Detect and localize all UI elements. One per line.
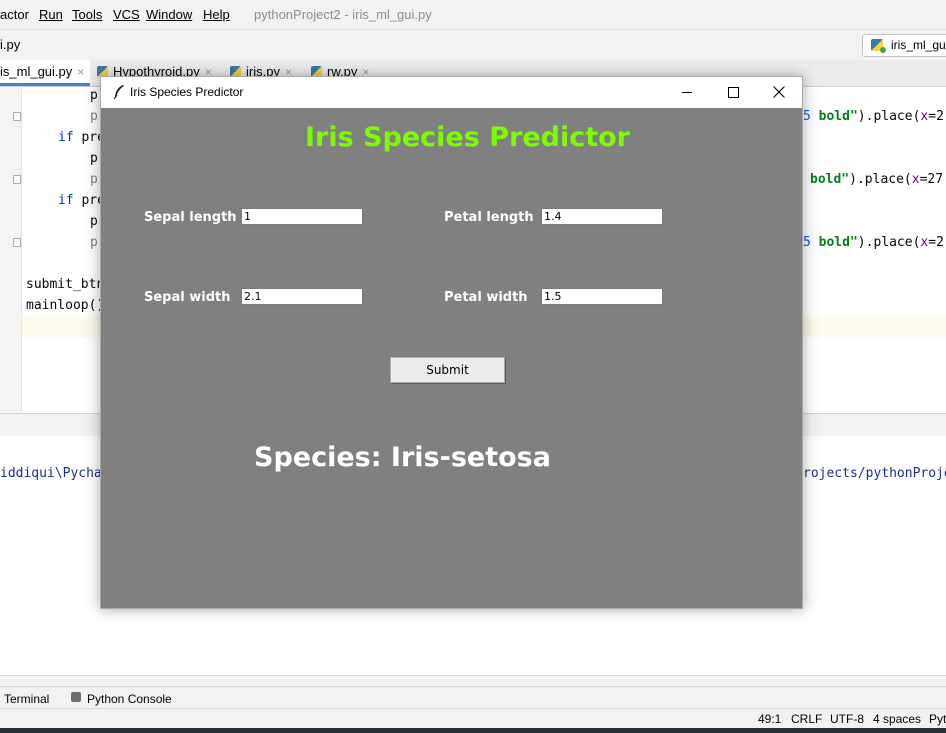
sepal-length-input[interactable] xyxy=(241,208,363,225)
horizontal-scrollbar[interactable] xyxy=(0,675,946,686)
caret-position[interactable]: 49:1 xyxy=(758,712,781,726)
status-bar: 49:1 CRLF UTF-8 4 spaces Pyt xyxy=(0,708,946,729)
sepal-length-label: Sepal length xyxy=(144,210,237,225)
close-button[interactable] xyxy=(756,77,802,107)
petal-width-input[interactable] xyxy=(541,288,663,305)
code-line: submit_btn xyxy=(26,277,105,292)
python-console-icon xyxy=(71,692,81,702)
run-output-path: iddiqui\Pycha xyxy=(0,466,102,481)
code-line: if pre xyxy=(58,193,105,208)
sepal-width-input[interactable] xyxy=(241,288,363,305)
menu-vcs[interactable]: VCS xyxy=(113,7,140,22)
file-encoding[interactable]: UTF-8 xyxy=(830,712,864,726)
menu-refactor[interactable]: actor xyxy=(0,7,29,22)
close-icon xyxy=(773,86,785,98)
petal-width-label: Petal width xyxy=(444,290,528,305)
fold-marker-icon[interactable] xyxy=(13,112,21,121)
code-line: mainloop() xyxy=(26,298,105,313)
maximize-button[interactable] xyxy=(710,77,756,107)
sepal-width-label: Sepal width xyxy=(144,290,231,305)
code-line-fragment: bold").place(x=27 xyxy=(810,172,944,187)
code-line: if pre xyxy=(58,130,105,145)
menu-help[interactable]: Help xyxy=(203,7,230,22)
submit-button[interactable]: Submit xyxy=(390,357,505,383)
ide-menu-bar: actor Run Tools VCS Window Help pythonPr… xyxy=(0,0,946,29)
page-title: Iris Species Predictor xyxy=(305,122,630,153)
line-separator[interactable]: CRLF xyxy=(791,712,822,726)
ide-window-title: pythonProject2 - iris_ml_gui.py xyxy=(254,7,432,22)
menu-tools[interactable]: Tools xyxy=(72,7,102,22)
os-taskbar xyxy=(0,728,946,733)
fold-marker-icon[interactable] xyxy=(13,175,21,184)
close-icon[interactable]: × xyxy=(77,65,84,79)
tab-iris-ml-gui[interactable]: is_ml_gui.py × xyxy=(0,60,90,86)
minimize-button[interactable] xyxy=(664,77,710,107)
window-title: Iris Species Predictor xyxy=(130,85,244,99)
terminal-tab[interactable]: Terminal xyxy=(4,692,49,706)
bottom-tool-window-bar: Terminal Python Console xyxy=(0,686,946,709)
run-output-path: rojects/pythonProje xyxy=(803,466,946,481)
tk-feather-icon xyxy=(113,85,124,100)
tk-app-window: Iris Species Predictor Iris Species Pred… xyxy=(100,76,803,609)
petal-length-label: Petal length xyxy=(444,210,534,225)
code-line-fragment: 5 bold").place(x=2 xyxy=(803,235,944,250)
interpreter-setting[interactable]: Pyt xyxy=(929,712,946,726)
indent-setting[interactable]: 4 spaces xyxy=(873,712,921,726)
run-configuration-label: iris_ml_gui xyxy=(891,38,946,52)
run-status-dot-icon xyxy=(880,47,886,53)
window-title-bar[interactable]: Iris Species Predictor xyxy=(101,77,802,108)
run-configuration-selector[interactable]: iris_ml_gui xyxy=(862,34,946,57)
menu-run[interactable]: Run xyxy=(39,7,63,22)
app-content: Iris Species Predictor Sepal length Peta… xyxy=(101,108,802,608)
menu-window[interactable]: Window xyxy=(146,7,192,22)
tab-label: is_ml_gui.py xyxy=(0,64,73,79)
ide-navigation-bar: i.py iris_ml_gui xyxy=(0,29,946,61)
prediction-result: Species: Iris-setosa xyxy=(254,442,551,473)
fold-marker-icon[interactable] xyxy=(13,238,21,247)
python-console-tab[interactable]: Python Console xyxy=(87,692,172,706)
editor-gutter xyxy=(0,87,22,413)
petal-length-input[interactable] xyxy=(541,208,663,225)
breadcrumb-file[interactable]: i.py xyxy=(0,37,20,52)
